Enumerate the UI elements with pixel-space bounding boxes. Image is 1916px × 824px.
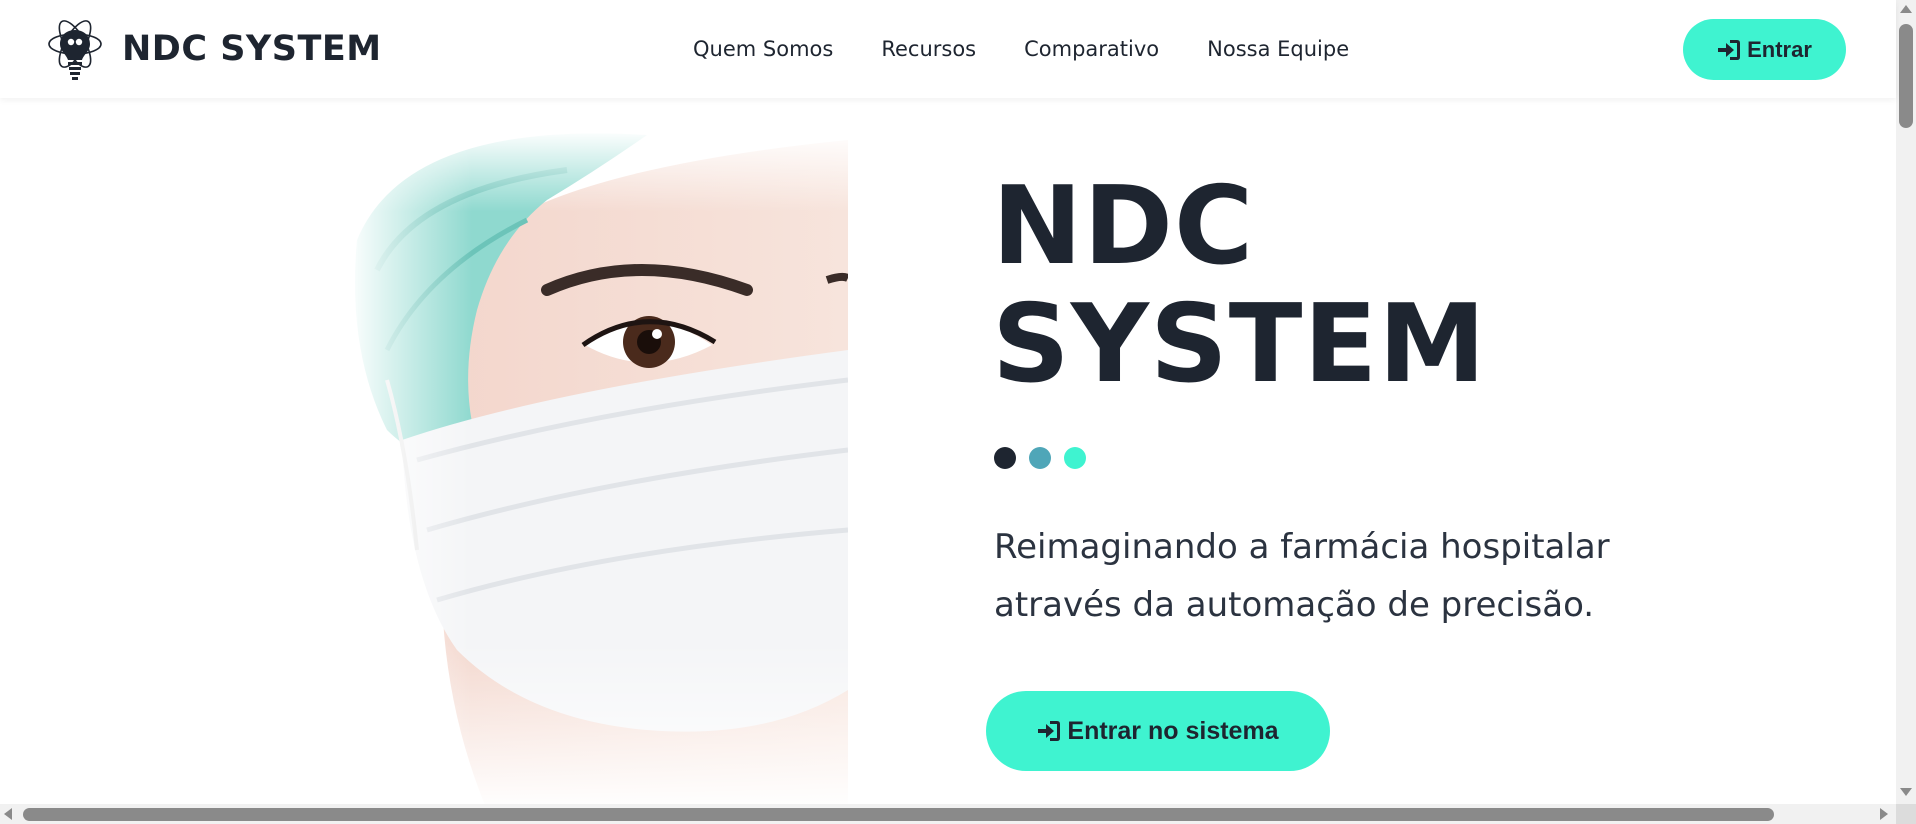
scroll-right-arrow-icon[interactable]: [1880, 808, 1888, 820]
nav-link-quem-somos[interactable]: Quem Somos: [693, 34, 833, 64]
brand-name: NDC SYSTEM: [122, 29, 382, 69]
brand[interactable]: NDC SYSTEM: [44, 16, 382, 82]
hero-subtitle: Reimaginando a farmácia hospitalar atrav…: [994, 527, 1610, 625]
scroll-down-arrow-icon[interactable]: [1900, 788, 1912, 796]
decorative-dots: [994, 447, 1099, 469]
dot-dark: [994, 447, 1016, 469]
vertical-scrollbar-thumb[interactable]: [1899, 24, 1913, 128]
login-button[interactable]: Entrar: [1683, 19, 1846, 80]
nav-link-recursos[interactable]: Recursos: [881, 34, 976, 64]
enter-system-button[interactable]: Entrar no sistema: [986, 691, 1330, 771]
hero-title-line-1: NDC: [992, 164, 1255, 289]
scroll-left-arrow-icon[interactable]: [4, 808, 12, 820]
nav-link-nossa-equipe[interactable]: Nossa Equipe: [1207, 34, 1349, 64]
lightbulb-atom-logo-icon: [48, 20, 102, 80]
sign-in-icon: [1038, 721, 1061, 741]
login-button-label: Entrar: [1747, 36, 1812, 62]
nav-link-comparativo[interactable]: Comparativo: [1024, 34, 1159, 64]
scrollbar-corner: [1896, 804, 1916, 824]
dot-teal: [1029, 447, 1051, 469]
site-header: NDC SYSTEM Quem Somos Recursos Comparati…: [0, 0, 1896, 98]
scroll-up-arrow-icon[interactable]: [1900, 5, 1912, 13]
main-nav: Quem Somos Recursos Comparativo Nossa Eq…: [693, 34, 1397, 64]
dot-accent: [1064, 447, 1086, 469]
hero-photo: [347, 130, 848, 810]
healthcare-worker-photo: [347, 130, 848, 810]
hero-title: NDC SYSTEM: [992, 168, 1487, 404]
horizontal-scrollbar-thumb[interactable]: [23, 808, 1774, 821]
hero-title-line-2: SYSTEM: [992, 282, 1487, 407]
enter-system-button-label: Entrar no sistema: [1067, 716, 1279, 745]
sign-in-icon: [1718, 39, 1741, 60]
